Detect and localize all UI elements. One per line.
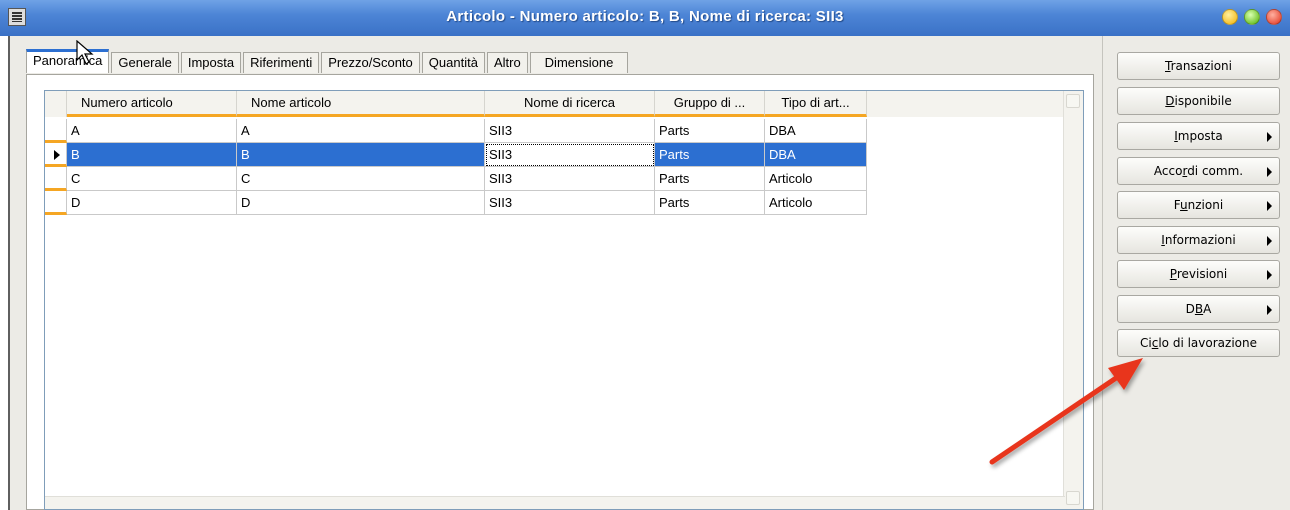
vertical-scrollbar[interactable] [1063,91,1083,509]
cell-numero-articolo[interactable]: C [67,167,237,191]
disponibile-button[interactable]: Disponibile [1117,87,1280,115]
column-header-filler [867,91,1065,117]
row-selector[interactable] [45,143,67,167]
button-label: mposta [1177,129,1223,143]
cell-numero-articolo[interactable]: D [67,191,237,215]
button-label: lo di lavorazione [1158,336,1257,350]
column-header-nome-di-ricerca[interactable]: Nome di ricerca [485,91,655,117]
tab-generale[interactable]: Generale [111,52,179,73]
tab-riferimenti[interactable]: Riferimenti [243,52,320,73]
items-grid[interactable]: Numero articolo Nome articolo Nome di ri… [44,90,1084,510]
ciclo-di-lavorazione-button[interactable]: Ciclo di lavorazione [1117,329,1280,357]
table-row[interactable]: C C SII3 Parts Articolo [45,167,867,191]
button-label: revisioni [1176,267,1228,281]
informazioni-menu-button[interactable]: Informazioni [1117,226,1280,254]
cell-tipo[interactable]: DBA [765,119,867,143]
row-selector[interactable] [45,119,67,143]
button-mnemonic: u [1180,198,1188,212]
cell-nome-articolo[interactable]: C [237,167,485,191]
cell-nome-di-ricerca-focused[interactable]: SII3 [485,143,655,167]
cell-nome-articolo[interactable]: B [237,143,485,167]
tab-dimensione[interactable]: Dimensione [529,52,629,73]
tab-imposta[interactable]: Imposta [180,52,242,73]
column-header-gruppo[interactable]: Gruppo di ... [655,91,765,117]
submenu-arrow-icon [1267,236,1272,246]
button-mnemonic: P [1169,267,1177,281]
tab-quantita[interactable]: Quantità [421,52,485,73]
button-label: nformazioni [1164,233,1236,247]
column-header-numero-articolo[interactable]: Numero articolo [67,91,237,117]
cell-tipo[interactable]: DBA [765,143,867,167]
minimize-icon[interactable] [1222,9,1238,25]
cell-gruppo[interactable]: Parts [655,143,765,167]
button-label: D [1185,302,1195,316]
cell-gruppo[interactable]: Parts [655,167,765,191]
cell-tipo[interactable]: Articolo [765,191,867,215]
cell-numero-articolo[interactable]: A [67,119,237,143]
cell-gruppo[interactable]: Parts [655,191,765,215]
cell-nome-di-ricerca[interactable]: SII3 [485,167,655,191]
table-row-selected[interactable]: B B SII3 Parts DBA [45,143,867,167]
button-mnemonic: D [1165,94,1175,108]
tab-altro[interactable]: Altro [486,52,528,73]
scroll-up-icon[interactable] [1066,94,1080,108]
column-header-nome-articolo[interactable]: Nome articolo [237,91,485,117]
grid-header: Numero articolo Nome articolo Nome di ri… [45,91,1065,117]
row-header-corner [45,91,67,117]
row-selector[interactable] [45,191,67,215]
tab-panoramica[interactable]: Panoramica [26,49,110,73]
maximize-icon[interactable] [1244,9,1260,25]
tab-prezzo-sconto[interactable]: Prezzo/Sconto [321,52,420,73]
button-label: ransazioni [1170,59,1232,73]
cell-nome-di-ricerca[interactable]: SII3 [485,119,655,143]
scroll-down-icon[interactable] [1066,491,1080,505]
table-row[interactable]: A A SII3 Parts DBA [45,119,867,143]
mouse-pointer-icon [76,40,94,65]
cell-nome-articolo[interactable]: D [237,191,485,215]
previsioni-menu-button[interactable]: Previsioni [1117,260,1280,288]
cell-gruppo[interactable]: Parts [655,119,765,143]
button-mnemonic: B [1194,302,1204,316]
tab-strip: Panoramica Generale Imposta Riferimenti … [26,49,630,74]
horizontal-scrollbar[interactable] [45,496,1065,509]
cell-tipo[interactable]: Articolo [765,167,867,191]
submenu-arrow-icon [1267,270,1272,280]
button-label: isponibile [1174,94,1232,108]
button-label: Acco [1153,164,1183,178]
left-frame [0,36,10,510]
button-label: nzioni [1187,198,1224,212]
submenu-arrow-icon [1267,167,1272,177]
button-label: Ci [1140,336,1152,350]
funzioni-menu-button[interactable]: Funzioni [1117,191,1280,219]
cell-nome-articolo[interactable]: A [237,119,485,143]
application-window: Articolo - Numero articolo: B, B, Nome d… [0,0,1290,510]
title-bar[interactable]: Articolo - Numero articolo: B, B, Nome d… [0,0,1290,36]
imposta-menu-button[interactable]: Imposta [1117,122,1280,150]
submenu-arrow-icon [1267,201,1272,211]
accordi-comm-menu-button[interactable]: Accordi comm. [1117,157,1280,185]
transazioni-button[interactable]: Transazioni [1117,52,1280,80]
submenu-arrow-icon [1267,305,1272,315]
window-title: Articolo - Numero articolo: B, B, Nome d… [446,8,844,25]
cell-nome-di-ricerca[interactable]: SII3 [485,191,655,215]
button-label: A [1203,302,1212,316]
button-label: di comm. [1187,164,1244,178]
row-selector[interactable] [45,167,67,191]
submenu-arrow-icon [1267,132,1272,142]
cell-numero-articolo[interactable]: B [67,143,237,167]
column-header-tipo[interactable]: Tipo di art... [765,91,867,117]
action-button-panel: Transazioni Disponibile Imposta Accordi … [1102,36,1290,510]
table-row[interactable]: D D SII3 Parts Articolo [45,191,867,215]
dba-menu-button[interactable]: DBA [1117,295,1280,323]
current-row-arrow-icon [54,150,60,160]
window-controls [1222,9,1282,25]
close-icon[interactable] [1266,9,1282,25]
